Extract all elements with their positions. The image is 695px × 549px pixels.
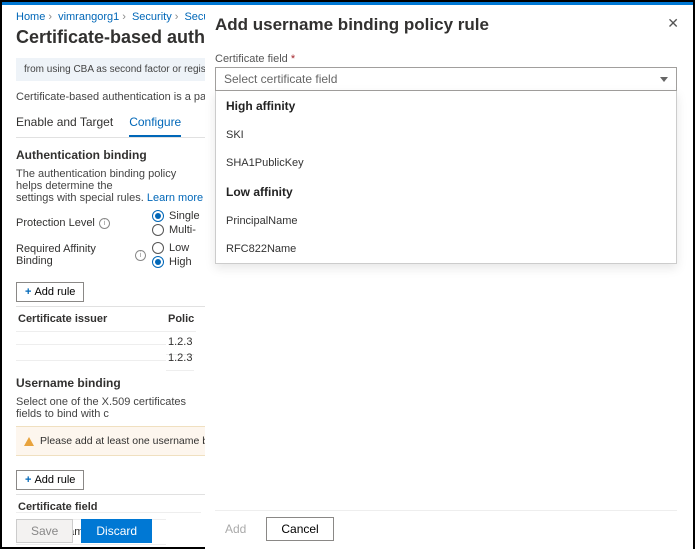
table-row <box>16 348 166 361</box>
warning-banner: Please add at least one username binding… <box>16 426 205 456</box>
auth-binding-heading: Authentication binding <box>16 148 205 162</box>
add-button: Add <box>215 518 256 540</box>
radio-low[interactable] <box>152 242 164 254</box>
save-button: Save <box>16 519 73 543</box>
dropdown-item-ski[interactable]: SKI <box>216 121 676 149</box>
auth-binding-table: Certificate issuerPolic 1.2.3 1.2.3 <box>16 306 205 364</box>
info-banner: from using CBA as second factor or regis… <box>16 58 205 81</box>
required-star: * <box>291 53 295 65</box>
protection-level-label: Protection Level <box>16 217 95 229</box>
username-binding-text: Select one of the X.509 certificates fie… <box>16 396 205 420</box>
chevron-down-icon <box>660 77 668 82</box>
panel-title: Add username binding policy rule <box>215 15 677 35</box>
certificate-field-label: Certificate field <box>215 53 288 65</box>
auth-binding-text: The authentication binding policy helps … <box>16 168 205 204</box>
tab-enable-target[interactable]: Enable and Target <box>16 115 113 137</box>
dropdown-group-low-affinity: Low affinity <box>216 177 676 207</box>
breadcrumb: Home› vimrangorg1› Security› Security› A… <box>16 11 205 23</box>
th-policy: Polic <box>166 307 196 332</box>
info-icon[interactable]: i <box>99 218 110 229</box>
add-rule-auth-binding-button[interactable]: + Add rule <box>16 282 84 302</box>
plus-icon: + <box>25 474 31 486</box>
breadcrumb-org[interactable]: vimrangorg1 <box>58 11 119 23</box>
add-rule-username-binding-button[interactable]: + Add rule <box>16 470 84 490</box>
username-binding-heading: Username binding <box>16 376 205 390</box>
table-row <box>16 332 166 345</box>
breadcrumb-security1[interactable]: Security <box>132 11 172 23</box>
cancel-button[interactable]: Cancel <box>266 517 333 541</box>
certificate-field-dropdown: High affinity SKI SHA1PublicKey Low affi… <box>215 91 677 264</box>
warning-icon <box>24 437 34 446</box>
table-row: RFC822Name <box>16 545 166 549</box>
affinity-binding-label: Required Affinity Binding <box>16 243 131 267</box>
dropdown-item-principalname[interactable]: PrincipalName <box>216 207 676 235</box>
info-icon[interactable]: i <box>135 250 146 261</box>
th-cert-issuer: Certificate issuer <box>16 307 166 332</box>
certificate-field-select[interactable]: Select certificate field <box>215 67 677 91</box>
select-placeholder: Select certificate field <box>224 72 337 86</box>
radio-single[interactable] <box>152 210 164 222</box>
plus-icon: + <box>25 286 31 298</box>
breadcrumb-home[interactable]: Home <box>16 11 45 23</box>
dropdown-item-sha1[interactable]: SHA1PublicKey <box>216 149 676 177</box>
breadcrumb-security2[interactable]: Security <box>184 11 205 23</box>
page-title: Certificate-based authenticat <box>16 27 205 48</box>
side-panel: Add username binding policy rule ✕ Certi… <box>205 5 693 549</box>
radio-high[interactable] <box>152 256 164 268</box>
dropdown-item-rfc822name[interactable]: RFC822Name <box>216 235 676 263</box>
discard-button[interactable]: Discard <box>81 519 152 543</box>
learn-more-link[interactable]: Learn more <box>147 192 203 204</box>
tab-configure[interactable]: Configure <box>129 115 181 137</box>
tabs: Enable and Target Configure <box>16 115 205 138</box>
close-icon[interactable]: ✕ <box>667 15 679 32</box>
page-description: Certificate-based authentication is a pa… <box>16 91 205 103</box>
dropdown-group-high-affinity: High affinity <box>216 91 676 121</box>
radio-multi[interactable] <box>152 224 164 236</box>
